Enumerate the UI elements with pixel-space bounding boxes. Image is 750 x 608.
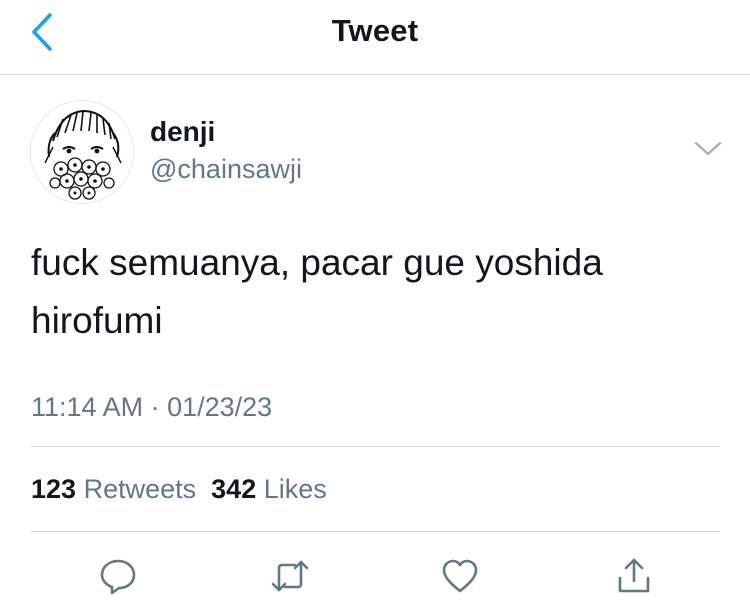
tweet-stats: 123 Retweets 342 Likes	[31, 474, 327, 505]
likes-stat[interactable]: 342 Likes	[211, 474, 327, 504]
more-options-button[interactable]	[692, 136, 724, 162]
author-handle[interactable]: @chainsawji	[150, 154, 302, 185]
like-button[interactable]	[438, 554, 482, 598]
share-button[interactable]	[612, 554, 656, 598]
chevron-down-icon	[694, 141, 722, 156]
retweets-label: Retweets	[83, 474, 197, 504]
likes-count: 342	[211, 474, 257, 504]
navigation-header: Tweet	[0, 0, 750, 75]
avatar[interactable]	[30, 100, 134, 204]
share-icon	[618, 558, 650, 593]
divider	[31, 446, 720, 447]
retweets-stat[interactable]: 123 Retweets	[31, 474, 196, 504]
retweets-count: 123	[31, 474, 77, 504]
tweet-timestamp: 11:14 AM · 01/23/23	[31, 392, 273, 422]
retweet-button[interactable]	[268, 554, 312, 598]
retweet-icon	[271, 560, 309, 592]
avatar-image	[31, 101, 133, 203]
likes-label: Likes	[263, 474, 327, 504]
heart-icon	[442, 559, 478, 593]
tweet-text: fuck semuanya, pacar gue yoshida hirofum…	[31, 242, 603, 341]
divider	[31, 531, 720, 532]
reply-icon	[100, 559, 136, 595]
author-display-name[interactable]: denji	[150, 116, 215, 148]
reply-button[interactable]	[96, 554, 140, 598]
page-title: Tweet	[331, 13, 419, 48]
